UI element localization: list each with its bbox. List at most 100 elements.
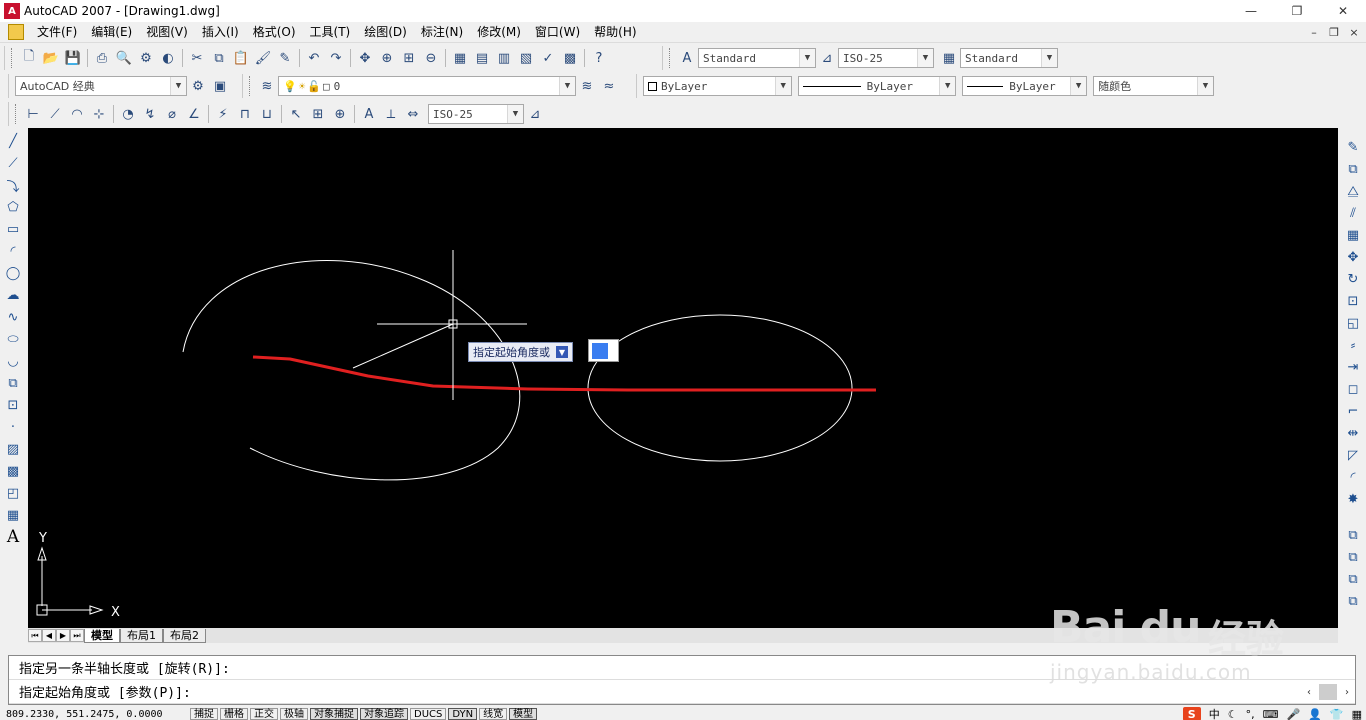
restore-button[interactable]: ❐ xyxy=(1274,0,1320,22)
input-language-indicator[interactable]: 中 xyxy=(1209,706,1220,720)
workspace-select[interactable]: AutoCAD 经典 ▼ xyxy=(15,76,187,96)
tool-palettes-icon[interactable]: ▥ xyxy=(493,47,515,69)
sheet-set-icon[interactable]: ▧ xyxy=(515,47,537,69)
menu-help[interactable]: 帮助(H) xyxy=(587,22,643,43)
markup-icon[interactable]: ✓ xyxy=(537,47,559,69)
toolbar-grip[interactable] xyxy=(249,76,252,96)
menu-tools[interactable]: 工具(T) xyxy=(303,22,358,43)
drawing-area[interactable]: Y X 指定起始角度或 ▼ xyxy=(28,128,1338,628)
plot-preview-icon[interactable]: 🔍 xyxy=(113,47,135,69)
break-at-point-icon[interactable]: ◻ xyxy=(1342,378,1364,400)
explode-icon[interactable]: ✸ xyxy=(1342,488,1364,510)
baseline-dimension-icon[interactable]: ⊓ xyxy=(234,103,256,125)
copy-icon[interactable]: ⧉ xyxy=(208,47,230,69)
copy-object-icon[interactable]: ⧉ xyxy=(1342,158,1364,180)
ellipse-arc-icon[interactable]: ◡ xyxy=(2,350,24,372)
toolbar-grip[interactable] xyxy=(669,48,672,68)
save-icon[interactable]: 💾 xyxy=(62,47,84,69)
layer-previous-icon[interactable]: ≈ xyxy=(598,75,620,97)
diameter-dimension-icon[interactable]: ⌀ xyxy=(161,103,183,125)
user-icon[interactable]: 👤 xyxy=(1308,708,1322,720)
menu-edit[interactable]: 编辑(E) xyxy=(84,22,139,43)
toolbar-grip[interactable] xyxy=(11,48,14,68)
region-icon[interactable]: ◰ xyxy=(2,482,24,504)
insert-block-icon[interactable]: ⧉ xyxy=(2,372,24,394)
status-lwt-button[interactable]: 线宽 xyxy=(479,708,508,720)
stretch-icon[interactable]: ◱ xyxy=(1342,312,1364,334)
center-mark-icon[interactable]: ⊕ xyxy=(329,103,351,125)
menu-draw[interactable]: 绘图(D) xyxy=(357,22,414,43)
command-scrollbar[interactable]: ‹ › xyxy=(1301,684,1355,700)
properties-icon[interactable]: ▦ xyxy=(449,47,471,69)
spline-icon[interactable]: ∿ xyxy=(2,306,24,328)
cut-icon[interactable]: ✂ xyxy=(186,47,208,69)
last-tab-icon[interactable]: ⏭ xyxy=(70,629,84,642)
grid-icon[interactable]: ▦ xyxy=(1352,708,1362,720)
new-file-icon[interactable]: 🗋 xyxy=(18,47,40,69)
jogged-dimension-icon[interactable]: ↯ xyxy=(139,103,161,125)
menu-file[interactable]: 文件(F) xyxy=(30,22,84,43)
send-under-icon[interactable]: ⧉ xyxy=(1342,590,1364,612)
table-style-select[interactable]: Standard ▼ xyxy=(960,48,1058,68)
linear-dimension-icon[interactable]: ⊢ xyxy=(22,103,44,125)
dimension-text-edit-icon[interactable]: ⟂ xyxy=(380,103,402,125)
multiline-text-icon[interactable]: A xyxy=(2,526,24,548)
point-icon[interactable]: · xyxy=(2,416,24,438)
continue-dimension-icon[interactable]: ⊔ xyxy=(256,103,278,125)
arc-length-icon[interactable]: ◠ xyxy=(66,103,88,125)
pan-icon[interactable]: ✥ xyxy=(354,47,376,69)
menu-insert[interactable]: 插入(I) xyxy=(195,22,246,43)
status-otrack-button[interactable]: 对象追踪 xyxy=(360,708,408,720)
erase-icon[interactable]: ✎ xyxy=(1342,136,1364,158)
workspace-settings-icon[interactable]: ⚙ xyxy=(187,75,209,97)
table-style-icon[interactable]: ▦ xyxy=(938,47,960,69)
polygon-icon[interactable]: ⬠ xyxy=(2,196,24,218)
calculator-icon[interactable]: ▩ xyxy=(559,47,581,69)
match-properties-icon[interactable]: 🖌 xyxy=(252,47,274,69)
status-dyn-button[interactable]: DYN xyxy=(448,708,478,720)
fillet-icon[interactable]: ◜ xyxy=(1342,466,1364,488)
redo-icon[interactable]: ↷ xyxy=(325,47,347,69)
scale-icon[interactable]: ⊡ xyxy=(1342,290,1364,312)
tab-layout1[interactable]: 布局1 xyxy=(120,628,163,643)
lineweight-control-select[interactable]: ByLayer ▼ xyxy=(962,76,1088,96)
menu-window[interactable]: 窗口(W) xyxy=(528,22,587,43)
shirt-icon[interactable]: 👕 xyxy=(1330,708,1344,720)
keyboard-icon[interactable]: ⌨ xyxy=(1263,708,1279,720)
status-osnap-button[interactable]: 对象捕捉 xyxy=(310,708,358,720)
minimize-button[interactable]: — xyxy=(1228,0,1274,22)
line-icon[interactable]: ╱ xyxy=(2,130,24,152)
layer-manager-icon[interactable]: ≋ xyxy=(256,75,278,97)
dimension-style-icon[interactable]: ⊿ xyxy=(524,103,546,125)
microphone-icon[interactable]: 🎤 xyxy=(1286,708,1300,720)
prev-tab-icon[interactable]: ◀ xyxy=(42,629,56,642)
layer-select[interactable]: 💡 ☀ 🔓 □ 0 ▼ xyxy=(278,76,576,96)
extend-icon[interactable]: ⇥ xyxy=(1342,356,1364,378)
linetype-control-select[interactable]: ByLayer ▼ xyxy=(797,76,957,96)
move-icon[interactable]: ✥ xyxy=(1342,246,1364,268)
make-layer-current-icon[interactable]: ≋ xyxy=(576,75,598,97)
punctuation-icon[interactable]: °, xyxy=(1246,708,1255,720)
doc-close-button[interactable]: × xyxy=(1346,24,1362,40)
undo-icon[interactable]: ↶ xyxy=(303,47,325,69)
ime-logo-icon[interactable]: S xyxy=(1182,707,1201,720)
send-to-back-icon[interactable]: ⧉ xyxy=(1342,546,1364,568)
gradient-icon[interactable]: ▩ xyxy=(2,460,24,482)
rotate-icon[interactable]: ↻ xyxy=(1342,268,1364,290)
tab-layout2[interactable]: 布局2 xyxy=(163,628,206,643)
status-ortho-button[interactable]: 正交 xyxy=(250,708,278,720)
zoom-realtime-icon[interactable]: ⊕ xyxy=(376,47,398,69)
make-block-icon[interactable]: ⊡ xyxy=(2,394,24,416)
rectangle-icon[interactable]: ▭ xyxy=(2,218,24,240)
dimension-edit-icon[interactable]: A xyxy=(358,103,380,125)
close-button[interactable]: ✕ xyxy=(1320,0,1366,22)
text-style-icon[interactable]: A xyxy=(676,47,698,69)
circle-icon[interactable]: ◯ xyxy=(2,262,24,284)
join-icon[interactable]: ⇹ xyxy=(1342,422,1364,444)
text-style-select[interactable]: Standard ▼ xyxy=(698,48,816,68)
mirror-icon[interactable]: ⧋ xyxy=(1342,180,1364,202)
trim-icon[interactable]: ⸗ xyxy=(1342,334,1364,356)
tolerance-icon[interactable]: ⊞ xyxy=(307,103,329,125)
3d-dwf-icon[interactable]: ◐ xyxy=(157,47,179,69)
moon-icon[interactable]: ☾ xyxy=(1228,708,1238,720)
